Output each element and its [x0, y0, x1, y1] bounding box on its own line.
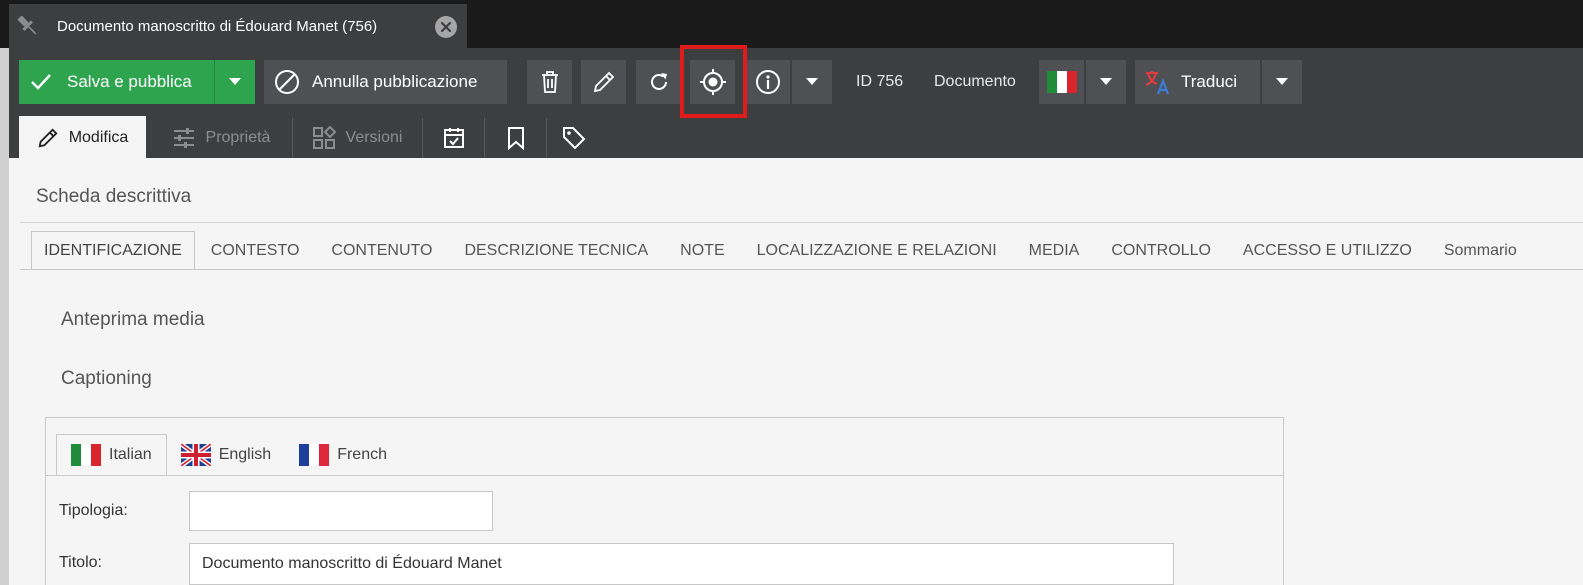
title-field[interactable]: Documento manoscritto di Édouard Manet — [189, 543, 1174, 585]
save-publish-label: Salva e pubblica — [67, 72, 192, 91]
tab-controllo[interactable]: CONTROLLO — [1095, 231, 1227, 270]
versions-icon — [312, 125, 336, 149]
tab-lang-italian-label: Italian — [109, 446, 152, 463]
tab-tags[interactable] — [549, 116, 599, 159]
refresh-icon — [650, 73, 667, 90]
category-tabs: IDENTIFICAZIONE CONTESTO CONTENUTO DESCR… — [31, 231, 1533, 270]
translate-icon — [1145, 71, 1170, 95]
tab-bookmark[interactable] — [487, 116, 545, 159]
tab-edit[interactable]: Modifica — [19, 116, 146, 159]
typology-label: Tipologia: — [59, 502, 128, 519]
captioning-panel: Italian English French Tipologia: Titolo… — [45, 417, 1284, 585]
typology-field[interactable] — [189, 491, 493, 531]
save-options-dropdown[interactable] — [214, 60, 255, 104]
refresh-button[interactable] — [636, 60, 681, 104]
tab-lang-english[interactable]: English — [167, 434, 285, 476]
italy-flag-icon — [1046, 71, 1077, 93]
tab-contenuto[interactable]: CONTENUTO — [315, 231, 448, 270]
tab-sommario[interactable]: Sommario — [1428, 231, 1533, 270]
locate-button[interactable] — [690, 60, 735, 104]
tab-edit-label: Modifica — [68, 128, 129, 146]
language-dropdown[interactable] — [1086, 60, 1126, 104]
tab-lang-french[interactable]: French — [285, 434, 401, 476]
document-tab-title: Documento manoscritto di Édouard Manet (… — [57, 17, 378, 35]
close-icon[interactable] — [435, 16, 457, 38]
tab-versions[interactable]: Versioni — [297, 116, 417, 159]
section-title: Scheda descrittiva — [36, 186, 192, 207]
italy-flag-icon — [71, 444, 101, 466]
info-icon — [755, 70, 780, 94]
language-button[interactable] — [1039, 60, 1084, 104]
divider — [46, 475, 1283, 476]
tab-note[interactable]: NOTE — [664, 231, 740, 270]
tab-schedule[interactable] — [425, 116, 483, 159]
translate-options-dropdown[interactable] — [1262, 60, 1302, 104]
tab-contesto[interactable]: CONTESTO — [195, 231, 316, 270]
crosshair-icon — [699, 69, 726, 95]
tab-divider — [292, 118, 293, 158]
tab-identificazione[interactable]: IDENTIFICAZIONE — [31, 231, 195, 270]
language-tabs: Italian English French — [56, 434, 401, 476]
sliders-icon — [173, 127, 194, 148]
tab-localizzazione-relazioni[interactable]: LOCALIZZAZIONE E RELAZIONI — [741, 231, 1013, 270]
caret-down-icon — [806, 78, 818, 85]
left-edge-strip — [0, 48, 9, 585]
translate-label: Traduci — [1181, 72, 1238, 91]
pencil-icon — [593, 71, 614, 93]
france-flag-icon — [299, 444, 330, 466]
uk-flag-icon — [180, 444, 211, 466]
unpublish-button[interactable]: Annulla pubblicazione — [264, 60, 507, 104]
info-button[interactable] — [745, 60, 790, 104]
calendar-check-icon — [444, 127, 464, 148]
trash-icon — [541, 71, 558, 93]
tab-divider — [484, 118, 485, 158]
tab-properties-label: Proprietà — [205, 128, 271, 146]
info-options-dropdown[interactable] — [792, 60, 832, 104]
tab-lang-italian[interactable]: Italian — [56, 434, 167, 476]
caret-down-icon — [1100, 78, 1112, 85]
tab-lang-english-label: English — [218, 446, 272, 463]
tab-divider — [422, 118, 423, 158]
ban-icon — [275, 70, 299, 94]
caret-down-icon — [229, 78, 241, 85]
tab-descrizione-tecnica[interactable]: DESCRIZIONE TECNICA — [448, 231, 664, 270]
divider — [20, 222, 1583, 223]
caret-down-icon — [1276, 78, 1288, 85]
save-publish-button[interactable]: Salva e pubblica — [19, 60, 214, 104]
tab-divider — [546, 118, 547, 158]
tab-accesso-utilizzo[interactable]: ACCESSO E UTILIZZO — [1227, 231, 1428, 270]
document-type: Documento — [934, 73, 1016, 90]
delete-button[interactable] — [527, 60, 572, 104]
tab-media[interactable]: MEDIA — [1013, 231, 1096, 270]
check-icon — [31, 74, 51, 90]
translate-button[interactable]: Traduci — [1135, 60, 1260, 104]
tab-properties[interactable]: Proprietà — [152, 116, 290, 159]
document-id: ID 756 — [856, 73, 904, 90]
title-label: Titolo: — [59, 554, 102, 571]
pencil-icon — [38, 127, 58, 147]
bookmark-icon — [508, 126, 524, 150]
pin-icon[interactable] — [9, 4, 47, 48]
edit-button[interactable] — [581, 60, 626, 104]
tab-lang-french-label: French — [337, 446, 387, 463]
unpublish-label: Annulla pubblicazione — [312, 72, 478, 91]
captioning-heading[interactable]: Captioning — [61, 368, 152, 390]
tag-icon — [563, 126, 586, 149]
divider — [20, 269, 1583, 270]
tab-versions-label: Versioni — [345, 128, 403, 146]
media-preview-heading[interactable]: Anteprima media — [61, 309, 205, 331]
document-tab[interactable]: Documento manoscritto di Édouard Manet (… — [9, 4, 467, 48]
